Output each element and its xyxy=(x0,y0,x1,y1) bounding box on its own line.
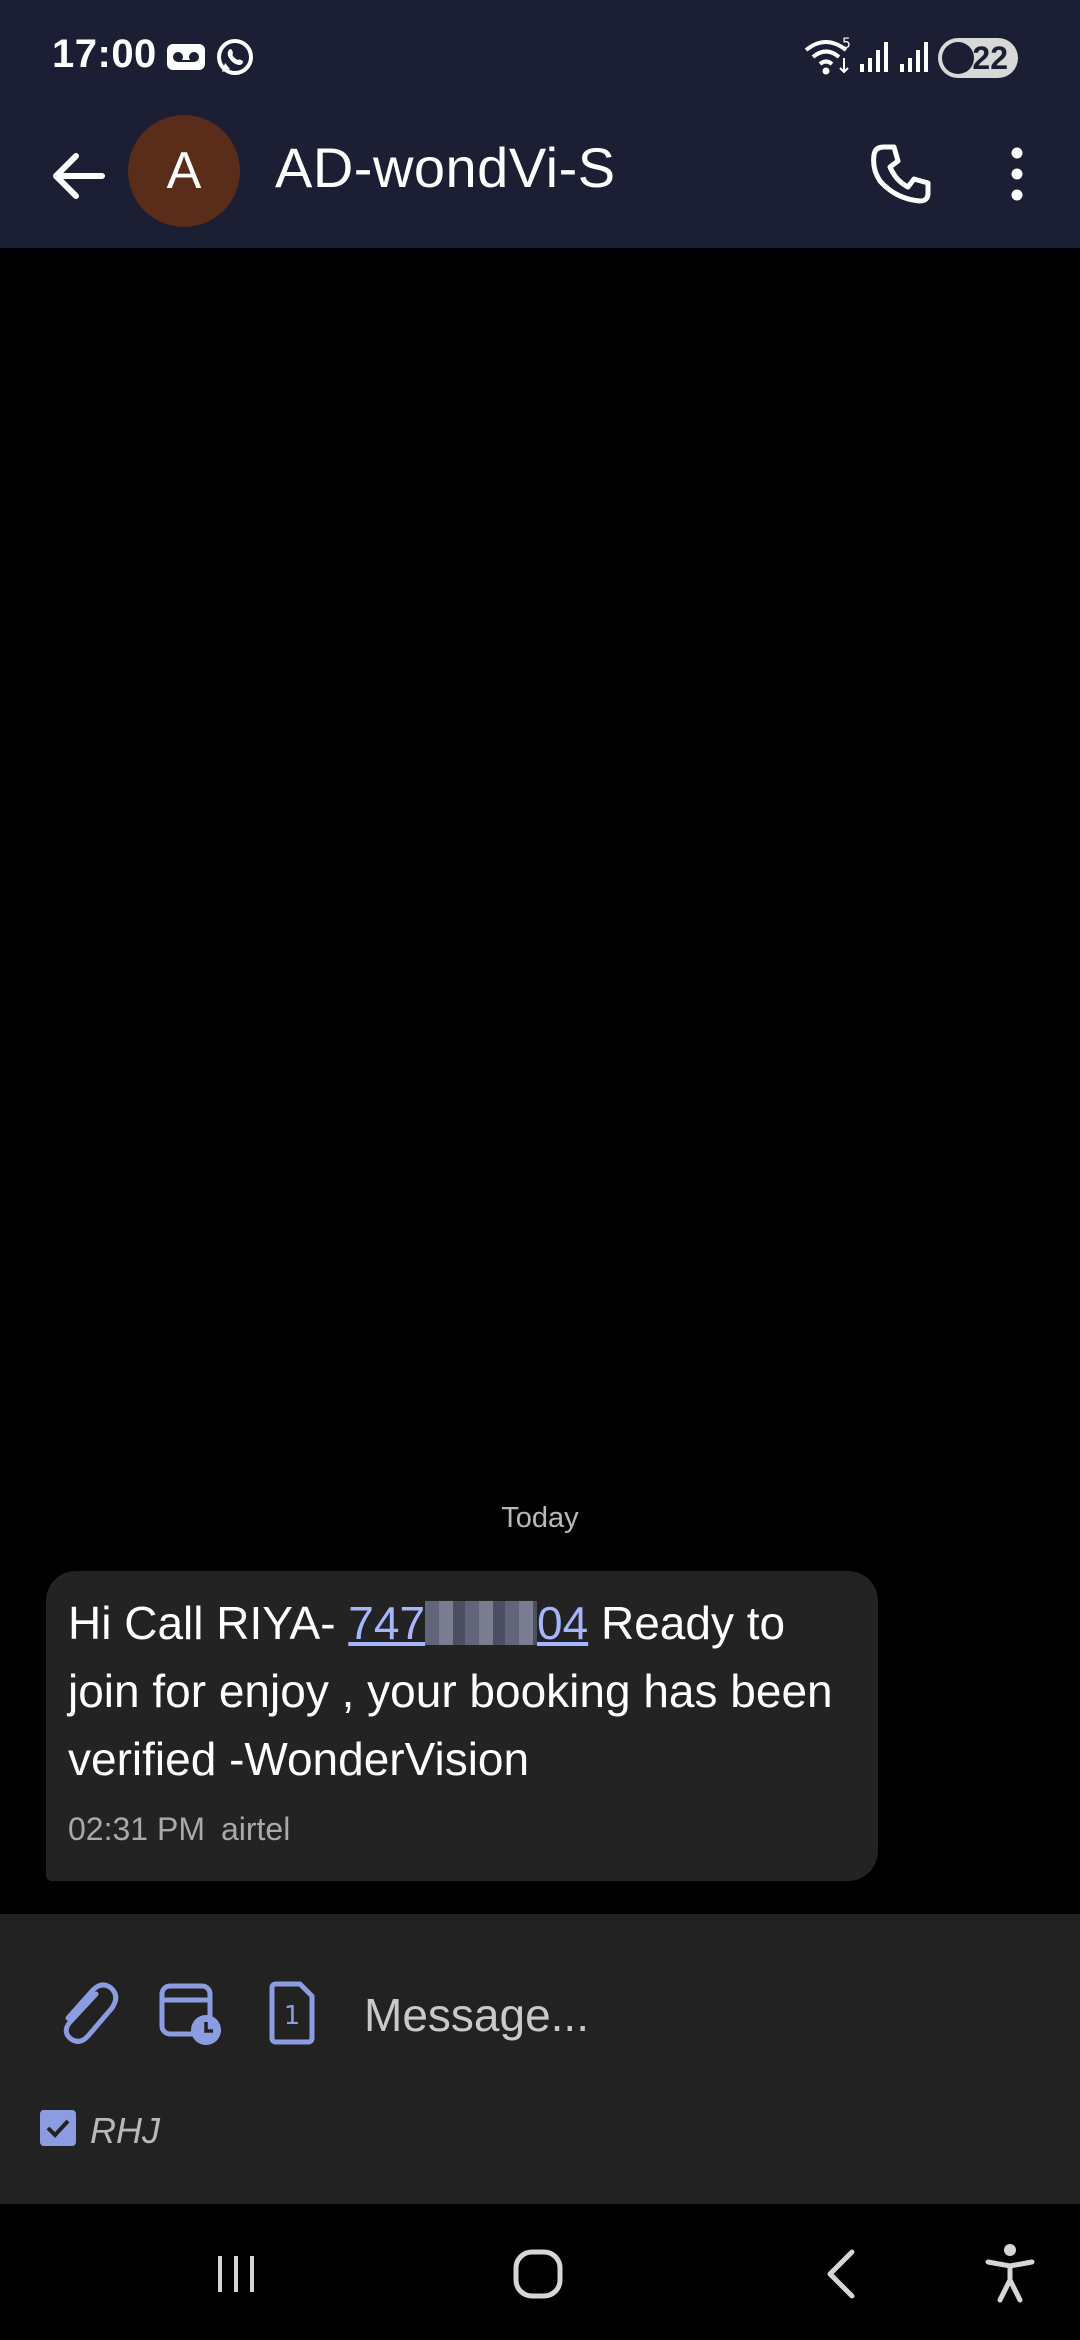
svg-text:5: 5 xyxy=(842,36,851,52)
message-input[interactable] xyxy=(362,1974,1046,2056)
phone-suffix: 04 xyxy=(537,1597,589,1649)
message-bubble[interactable]: Hi Call RIYA- 747 04 Ready to join for en… xyxy=(46,1571,878,1881)
charging-bolt-icon xyxy=(942,42,974,74)
sim-1-icon[interactable]: 1 xyxy=(256,1976,328,2048)
message-text-before: Hi Call RIYA- xyxy=(68,1597,349,1649)
battery-level: 22 xyxy=(972,40,1008,76)
date-divider: Today xyxy=(501,1502,579,1534)
back-arrow-icon[interactable] xyxy=(44,141,114,211)
signal-icon xyxy=(860,42,888,72)
more-vert-icon[interactable] xyxy=(990,139,1044,209)
wifi-icon: 5 xyxy=(804,36,851,75)
navigation-bar xyxy=(0,2204,1080,2340)
message-time: 02:31 PM xyxy=(68,1811,205,1847)
status-bar: 17:00 5 22 xyxy=(0,0,1080,115)
contact-name[interactable]: AD-wondVi-S xyxy=(275,135,616,200)
voicemail-icon xyxy=(167,44,205,70)
attach-icon[interactable] xyxy=(50,1976,122,2048)
redacted-digits xyxy=(425,1601,538,1645)
schedule-icon[interactable] xyxy=(154,1976,226,2048)
message-carrier: airtel xyxy=(220,1811,291,1847)
phone-number-link[interactable]: 747 04 xyxy=(348,1597,588,1649)
sim-label: RHJ xyxy=(90,2110,160,2151)
whatsapp-icon xyxy=(217,39,253,75)
messaging-screen: 17:00 5 22 A AD-wondVi-S Today Hi Call R… xyxy=(0,0,1080,2340)
accessibility-icon[interactable] xyxy=(974,2238,1046,2310)
home-icon[interactable] xyxy=(502,2238,574,2310)
phone-prefix: 747 xyxy=(348,1597,426,1649)
message-meta: 02:31 PM airtel xyxy=(68,1811,854,1848)
battery-icon: 22 xyxy=(938,38,1018,78)
recents-icon[interactable] xyxy=(200,2238,272,2310)
checkbox-icon[interactable] xyxy=(40,2110,76,2146)
back-icon[interactable] xyxy=(806,2238,878,2310)
avatar[interactable]: A xyxy=(128,115,240,227)
message-text: Hi Call RIYA- 747 04 Ready to join for en… xyxy=(68,1589,854,1793)
app-bar: A AD-wondVi-S xyxy=(0,115,1080,248)
composer: 1 RHJ xyxy=(0,1914,1080,2204)
status-time: 17:00 xyxy=(52,32,157,76)
signal-icon xyxy=(900,42,928,72)
phone-icon[interactable] xyxy=(866,139,936,209)
svg-text:1: 1 xyxy=(284,2001,301,2031)
